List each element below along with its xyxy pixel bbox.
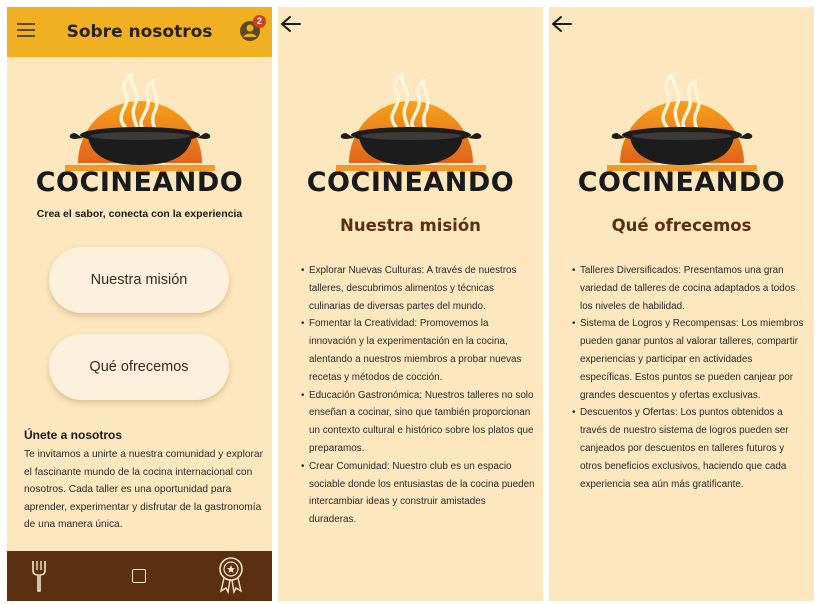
- notification-badge: 2: [253, 15, 266, 28]
- mission-list: Explorar Nuevas Culturas: A través de nu…: [301, 262, 535, 529]
- brand-name: COCINEANDO: [577, 167, 786, 198]
- list-item: Explorar Nuevas Culturas: A través de nu…: [301, 262, 535, 315]
- list-item: Educación Gastronómica: Nuestros tallere…: [301, 387, 535, 458]
- list-item: Talleres Diversificados: Presentamos una…: [572, 262, 806, 315]
- page-title: Sobre nosotros: [66, 22, 213, 42]
- mission-screen: COCINEANDO Nuestra misión Explorar Nueva…: [278, 7, 543, 601]
- fork-icon[interactable]: [31, 559, 47, 593]
- list-item: Descuentos y Ofertas: Los puntos obtenid…: [572, 404, 806, 493]
- tagline: Crea el sabor, conecta con la experienci…: [36, 208, 243, 220]
- offers-list: Talleres Diversificados: Presentamos una…: [572, 262, 806, 493]
- user-notification-icon[interactable]: 2: [238, 15, 266, 43]
- about-screen: Sobre nosotros 2 COCINEANDO Crea el sabo…: [7, 7, 272, 601]
- list-item: Sistema de Logros y Recompensas: Los mie…: [572, 315, 806, 404]
- mission-button[interactable]: Nuestra misión: [49, 247, 229, 313]
- award-badge-icon[interactable]: [218, 555, 244, 595]
- square-icon[interactable]: [132, 569, 146, 583]
- section-title: Qué ofrecemos: [611, 216, 752, 235]
- section-title: Nuestra misión: [340, 216, 481, 235]
- join-heading: Únete a nosotros: [24, 428, 123, 442]
- bottom-navigation: [7, 551, 272, 601]
- join-text: Te invitamos a unirte a nuestra comunida…: [24, 449, 263, 531]
- brand-name: COCINEANDO: [306, 167, 515, 198]
- app-bar: Sobre nosotros 2: [7, 7, 272, 57]
- list-item: Fomentar la Creatividad: Promovemos la i…: [301, 315, 535, 386]
- list-item: Crear Comunidad: Nuestro club es un espa…: [301, 458, 535, 529]
- arrow-left-icon[interactable]: [280, 15, 304, 35]
- arrow-left-icon[interactable]: [551, 15, 575, 35]
- offers-screen: COCINEANDO Qué ofrecemos Talleres Divers…: [549, 7, 814, 601]
- offers-button[interactable]: Qué ofrecemos: [49, 334, 229, 400]
- brand-name: COCINEANDO: [35, 167, 244, 198]
